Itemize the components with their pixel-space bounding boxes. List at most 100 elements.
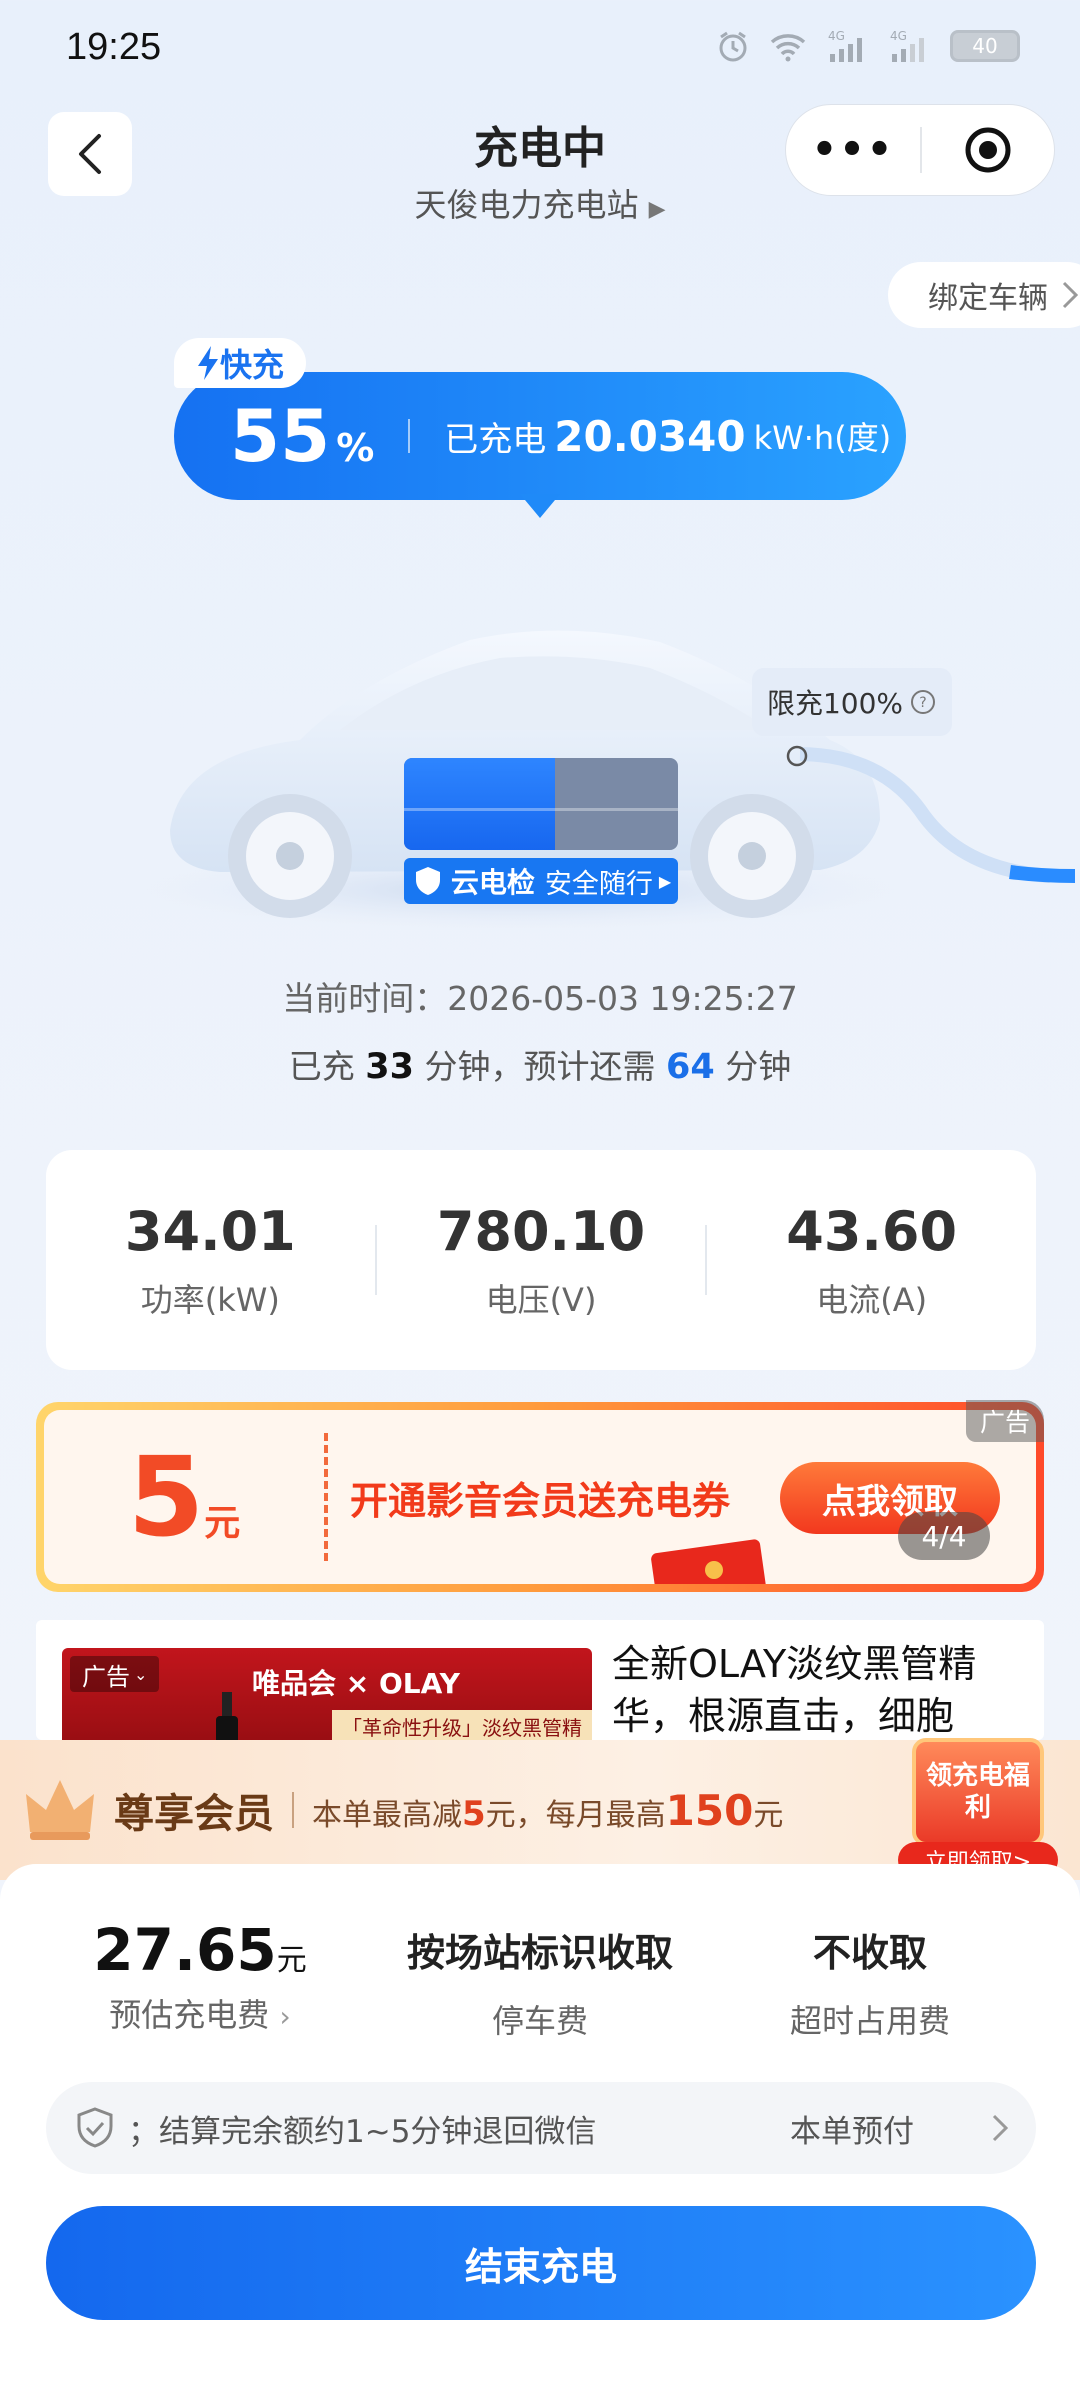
status-bar: 19:25 4G 4G 40 (0, 0, 1080, 90)
member-divider (292, 1792, 294, 1828)
chevron-right-icon (992, 2114, 1008, 2142)
voltage-label: 电压(V) (485, 1280, 597, 1319)
member-offer-post: 元 (753, 1797, 784, 1833)
parking-fee-value: 按场站标识收取 (406, 1931, 673, 1975)
chevron-down-icon: ⌄ (134, 1664, 148, 1684)
coupon-divider (324, 1433, 328, 1561)
power-value: 34.01 (124, 1199, 296, 1263)
svg-text:4G: 4G (828, 29, 845, 43)
member-offer-pre: 本单最高减 (312, 1797, 462, 1833)
gift-box: 领充电福利 (912, 1738, 1044, 1846)
feed-ad-title: 全新OLAY淡纹黑管精华，根源直击，细胞 (612, 1642, 977, 1738)
fast-charge-badge: 快充 (174, 338, 306, 388)
charge-limit-badge[interactable]: 限充100% ? (752, 668, 952, 736)
coupon-amount: 5元 (44, 1433, 324, 1561)
end-charging-button[interactable]: 结束充电 (46, 2206, 1036, 2320)
cloud-check-banner[interactable]: 云电检 安全随行 ▶ (404, 858, 678, 904)
bubble-divider (408, 419, 411, 453)
charging-benefit-badge[interactable]: 领充电福利 立即领取> (898, 1730, 1058, 1882)
remaining-minutes: 64 (666, 1047, 715, 1087)
more-button[interactable]: ••• (786, 127, 920, 173)
metrics-card: 34.01 功率(kW) 780.10 电压(V) 43.60 电流(A) (46, 1150, 1036, 1370)
fast-charge-label: 快充 (219, 346, 284, 384)
member-amount-single: 5 (462, 1793, 486, 1834)
charging-duration: 已充 33 分钟，预计还需 64 分钟 (0, 1040, 1080, 1088)
caret-right-icon: ▶ (658, 871, 672, 891)
percent-sign: % (336, 426, 375, 470)
alarm-icon (719, 31, 747, 62)
fee-overtime: 不收取 超时占用费 (740, 1916, 1000, 2042)
feed-ad[interactable]: 广告 ⌄ 唯品会 × OLAY 「革命性升级」淡纹黑管精华 全新OLAY淡纹黑管… (36, 1620, 1044, 1740)
estimated-fee-unit: 元 (276, 1943, 307, 1978)
lightning-icon (197, 346, 218, 380)
shield-icon (415, 867, 440, 895)
close-miniprogram-button[interactable] (922, 125, 1054, 175)
bubble-tail (520, 494, 560, 518)
fee-estimated-charge[interactable]: 27.65元 预估充电费 › (70, 1916, 330, 2036)
gift-title: 领充电福利 (926, 1761, 1031, 1823)
elapsed-minutes: 33 (365, 1047, 414, 1087)
crown-icon (26, 1780, 94, 1840)
bind-vehicle-label: 绑定车辆 (928, 281, 1048, 316)
coupon-unit: 元 (204, 1503, 241, 1544)
metric-current: 43.60 电流(A) (707, 1200, 1036, 1321)
status-time: 19:25 (66, 26, 162, 68)
battery-gauge (404, 758, 678, 850)
signal-4g-icon: 4G (828, 29, 862, 62)
estimated-fee-label: 预估充电费 (109, 1996, 270, 2034)
status-icons: 4G 4G 40 (716, 28, 1020, 64)
current-label: 电流(A) (816, 1280, 928, 1319)
overtime-fee-value: 不收取 (812, 1931, 927, 1975)
feed-ad-image: 广告 ⌄ 唯品会 × OLAY 「革命性升级」淡纹黑管精华 (62, 1648, 592, 1740)
caret-right-icon: ▶ (648, 197, 666, 222)
overtime-fee-label: 超时占用费 (789, 2002, 950, 2040)
ad-label: 广告 (966, 1400, 1044, 1442)
svg-text:?: ? (919, 695, 926, 711)
feed-ad-sub: 「革命性升级」淡纹黑管精华 (332, 1710, 592, 1740)
cloud-check-brand: 云电检 (450, 866, 535, 899)
serum-bottle-icon (216, 1692, 238, 1740)
elapsed-post: 分钟 (725, 1047, 792, 1086)
battery-line (404, 808, 678, 811)
elapsed-mid: 分钟，预计还需 (424, 1047, 656, 1086)
refund-notice[interactable]: ；结算完余额约1~5分钟退回微信 本单预付 (46, 2082, 1036, 2174)
target-icon (965, 127, 1011, 173)
charged-label: 已充电 (444, 419, 547, 460)
station-name: 天俊电力充电站 (414, 186, 639, 224)
help-icon: ? (911, 690, 936, 714)
energy-unit: kW·h(度) (753, 419, 892, 457)
signal-4g-icon-2: 4G (890, 29, 924, 62)
bind-vehicle-button[interactable]: 绑定车辆 (888, 262, 1080, 328)
feed-ad-brand: 唯品会 × OLAY (252, 1667, 460, 1700)
ad-text: 开通影音会员送充电券 (350, 1478, 731, 1523)
prepay-label: 本单预付 (790, 2113, 914, 2150)
feed-ad-tag[interactable]: 广告 ⌄ (70, 1656, 160, 1692)
percent-value: 55 (230, 394, 331, 478)
charge-status-bubble: 55% 已充电 20.0340 kW·h(度) (174, 372, 906, 500)
fee-parking: 按场站标识收取 停车费 (380, 1916, 700, 2042)
battery-level: 40 (972, 34, 998, 58)
wifi-icon (770, 34, 806, 62)
member-amount-monthly: 150 (665, 1785, 754, 1835)
metric-power: 34.01 功率(kW) (46, 1200, 375, 1321)
current-value: 43.60 (786, 1199, 958, 1263)
chevron-right-icon: › (279, 2000, 291, 2033)
estimated-fee-value: 27.65 (93, 1916, 277, 1984)
ad-pager: 4/4 (898, 1512, 990, 1560)
power-label: 功率(kW) (140, 1280, 280, 1319)
metric-voltage: 780.10 电压(V) (377, 1200, 706, 1321)
feed-ad-tag-label: 广告 (82, 1662, 130, 1691)
member-offer: 本单最高减5元，每月最高150元 (312, 1786, 783, 1835)
parking-fee-label: 停车费 (491, 2002, 588, 2040)
ad-banner-inner: 5元 开通影音会员送充电券 点我领取 (44, 1410, 1036, 1584)
elapsed-pre: 已充 (288, 1047, 355, 1086)
red-envelope-icon (651, 1539, 767, 1584)
charge-limit-label: 限充100% (766, 687, 904, 720)
svg-text:4G: 4G (890, 29, 907, 43)
cloud-check-slogan: 安全随行 (544, 868, 653, 900)
member-offer-mid: 元，每月最高 (485, 1797, 666, 1833)
ad-banner[interactable]: 5元 开通影音会员送充电券 点我领取 (36, 1402, 1044, 1592)
battery-fill (404, 758, 555, 850)
current-time: 当前时间：2026-05-03 19:25:27 (282, 979, 798, 1018)
voltage-value: 780.10 (436, 1199, 646, 1263)
